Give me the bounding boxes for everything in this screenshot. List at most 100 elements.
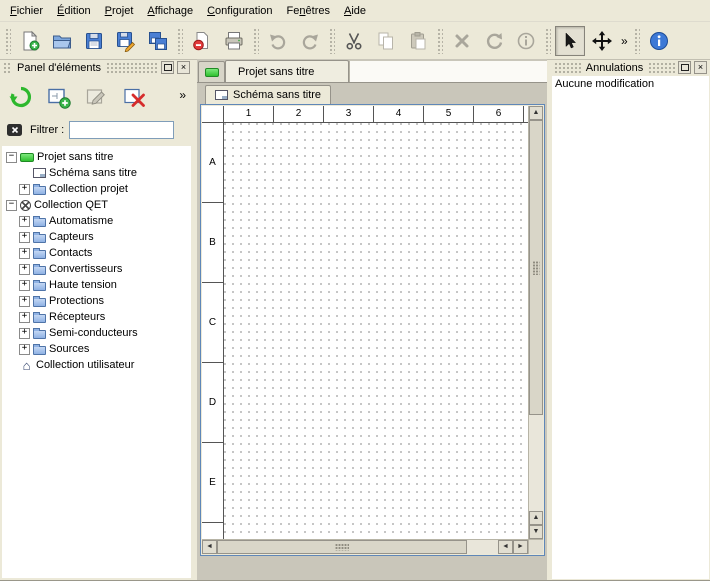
toolbar-drag-handle[interactable] [5,28,11,54]
tree-expander-icon[interactable]: − [6,200,17,211]
new-element-button[interactable] [44,82,74,112]
open-folder-icon [51,30,73,52]
filter-input[interactable] [69,121,174,139]
elements-panel-close-button[interactable]: × [177,61,190,74]
tree-item[interactable]: + Semi-conducteurs [2,325,191,341]
schema-tab[interactable]: Schéma sans titre [205,85,331,104]
toolbar-drag-handle[interactable] [545,28,551,54]
elements-toolbar-overflow-chevron[interactable]: » [176,88,189,102]
scroll-down-button[interactable]: ▼ [529,525,543,539]
open-project-button[interactable] [47,26,77,56]
scroll-up-button[interactable]: ▲ [529,106,543,120]
menu-configuration[interactable]: Configuration [200,2,279,20]
toolbar-overflow-chevron[interactable]: » [618,34,631,48]
menu-projet[interactable]: Projet [98,2,141,20]
vscroll-thumb[interactable] [529,120,543,415]
print-button[interactable] [219,26,249,56]
project-tab[interactable]: Projet sans titre [225,60,349,82]
tree-item[interactable]: Schéma sans titre [2,165,191,181]
tree-expander-icon[interactable]: + [19,296,30,307]
tree-expander-icon[interactable]: + [19,248,30,259]
scroll-left-button-2[interactable]: ◄ [498,540,513,554]
horizontal-scrollbar[interactable]: ◄ ◄ ► [202,539,528,554]
menu-affichage[interactable]: Affichage [140,2,200,20]
reload-collections-button[interactable] [6,82,36,112]
save-as-button[interactable] [111,26,141,56]
tree-item[interactable]: + Automatisme [2,213,191,229]
menu-edition[interactable]: Édition [50,2,98,20]
tree-expander-icon[interactable]: + [19,280,30,291]
tree-expander-icon[interactable]: − [6,152,17,163]
reload-icon [8,84,34,110]
tree-expander-icon[interactable]: + [19,184,30,195]
tree-item[interactable]: + Contacts [2,245,191,261]
tree-expander-icon[interactable]: + [19,328,30,339]
toolbar-drag-handle[interactable] [329,28,335,54]
toolbar-drag-handle[interactable] [177,28,183,54]
delete-element-button[interactable] [120,82,150,112]
menu-fenetres[interactable]: Fenêtres [280,2,337,20]
save-button[interactable] [79,26,109,56]
close-icon: × [698,63,703,72]
tree-expander-icon[interactable]: + [19,232,30,243]
tree-item[interactable]: + Haute tension [2,277,191,293]
vscroll-track[interactable] [529,415,543,511]
tree-item[interactable]: ⌂ Collection utilisateur [2,357,191,373]
new-document-button[interactable] [15,26,45,56]
dock-handle-dots[interactable] [3,62,12,73]
scroll-left-button[interactable]: ◄ [202,540,217,554]
scroll-right-button[interactable]: ► [513,540,528,554]
schema-canvas[interactable]: 123456 ABCDE [202,106,528,539]
menu-fichier[interactable]: Fichier [3,2,50,20]
save-all-button[interactable] [143,26,173,56]
project-tab-bar: Projet sans titre [197,59,547,83]
move-icon [591,30,613,52]
dock-handle-dots[interactable] [106,62,158,73]
tree-expander-icon[interactable]: + [19,216,30,227]
folder-icon [33,186,46,195]
tree-item[interactable]: + Protections [2,293,191,309]
toolbar-drag-handle[interactable] [634,28,640,54]
tree-item[interactable]: − Projet sans titre [2,149,191,165]
tree-expander-icon[interactable]: + [19,344,30,355]
hscroll-track[interactable] [467,540,498,554]
hscroll-thumb[interactable] [217,540,467,554]
home-icon: ⌂ [20,360,33,371]
scroll-up-button-2[interactable]: ▲ [529,511,543,525]
undo-panel-float-button[interactable] [678,61,691,74]
toolbar-drag-handle[interactable] [253,28,259,54]
dock-handle-dots[interactable] [554,62,581,73]
undo-list-item[interactable]: Aucune modification [552,76,709,92]
undo-panel-close-button[interactable]: × [694,61,707,74]
project-icon [205,68,219,77]
column-header: 4 [374,106,424,122]
undo-list: Aucune modification [552,76,709,579]
tree-item-label: Protections [49,295,104,307]
close-project-button[interactable] [187,26,217,56]
tree-item[interactable]: + Sources [2,341,191,357]
dock-handle-dots[interactable] [648,62,675,73]
cut-button[interactable] [339,26,369,56]
pan-mode-button[interactable] [587,26,617,56]
folder-icon [33,298,46,307]
toolbar-drag-handle[interactable] [437,28,443,54]
menu-aide[interactable]: Aide [337,2,373,20]
tree-item[interactable]: + Récepteurs [2,309,191,325]
project-icon-tab[interactable] [198,61,225,82]
selection-mode-button[interactable] [555,26,585,56]
clear-filter-button[interactable] [5,121,25,139]
tree-item-label: Contacts [49,247,92,259]
tree-item[interactable]: + Convertisseurs [2,261,191,277]
tree-item[interactable]: + Capteurs [2,229,191,245]
tree-item[interactable]: + Collection projet [2,181,191,197]
vertical-scrollbar[interactable]: ▲ ▲ ▼ [528,106,543,539]
tree-expander-icon[interactable]: + [19,312,30,323]
elements-panel-float-button[interactable] [161,61,174,74]
row-header: E [202,443,223,523]
tree-item[interactable]: − Collection QET [2,197,191,213]
grid-canvas[interactable] [224,123,528,539]
tree-item-label: Collection projet [49,183,128,195]
about-qet-button[interactable] [644,26,674,56]
folder-icon [33,234,46,243]
tree-expander-icon[interactable]: + [19,264,30,275]
